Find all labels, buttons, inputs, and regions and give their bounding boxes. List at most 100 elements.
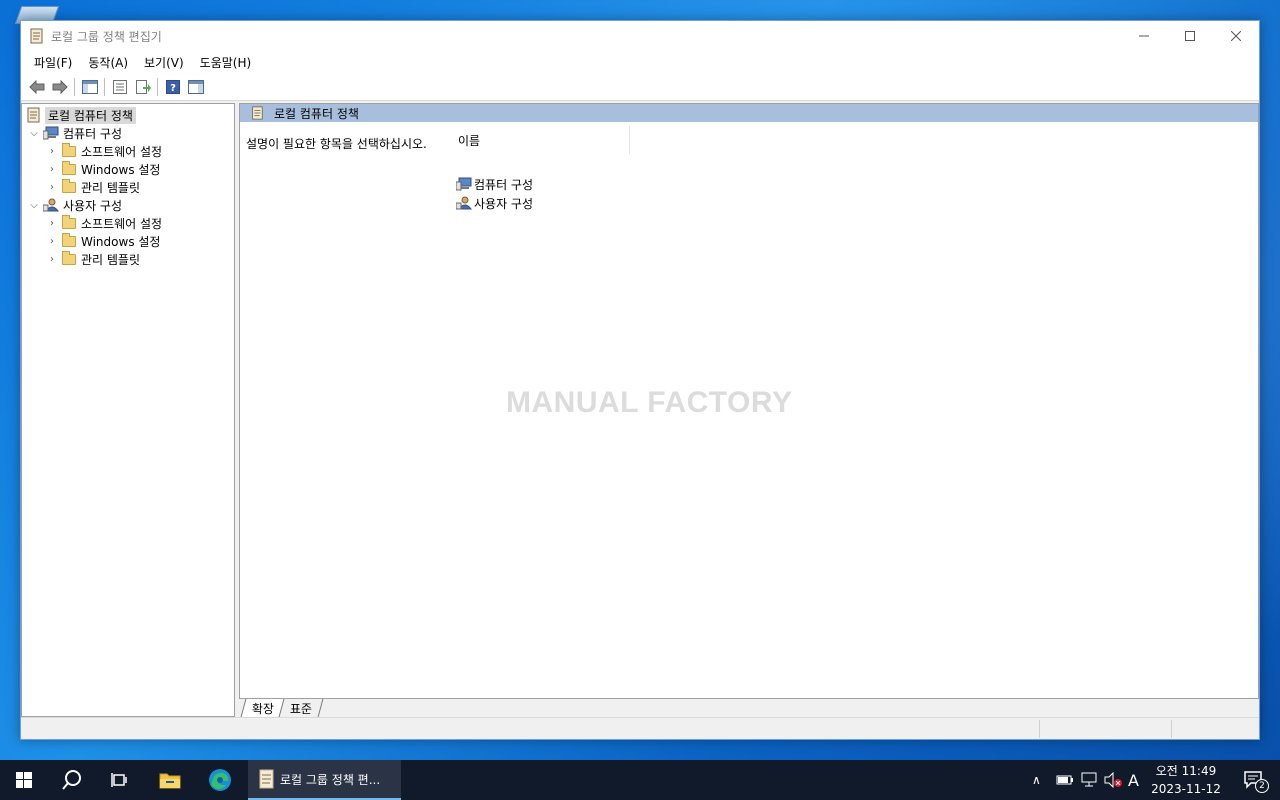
chevron-right-icon[interactable]: › xyxy=(44,250,60,268)
clock-time: 오전 11:49 xyxy=(1155,764,1217,778)
edge-button[interactable] xyxy=(196,760,244,800)
list-item-user-config[interactable]: 사용자 구성 xyxy=(456,194,533,212)
chevron-right-icon[interactable]: › xyxy=(44,232,60,250)
view-pane-button[interactable] xyxy=(184,76,207,98)
folder-icon xyxy=(60,250,78,267)
network-tray-button[interactable] xyxy=(1080,760,1098,800)
tree-item-computer-windows-settings[interactable]: › Windows 설정 xyxy=(44,160,160,178)
chevron-right-icon[interactable]: › xyxy=(44,178,60,196)
notification-count-badge: 2 xyxy=(1255,779,1269,793)
tree-item-label: 관리 템플릿 xyxy=(81,180,141,195)
tree-item-computer-software-settings[interactable]: › 소프트웨어 설정 xyxy=(44,142,162,160)
maximize-icon xyxy=(1185,31,1195,41)
help-icon: ? xyxy=(165,79,180,94)
folder-icon xyxy=(60,142,78,159)
tab-label: 확장 xyxy=(252,701,275,716)
details-pane: 로컬 컴퓨터 정책 설명이 필요한 항목을 선택하십시오. 이름 컴퓨터 구성 … xyxy=(239,103,1259,699)
close-icon xyxy=(1231,31,1241,41)
notification-center-button[interactable]: 2 xyxy=(1234,760,1274,800)
ime-indicator[interactable]: A xyxy=(1128,760,1139,800)
chevron-down-icon[interactable]: ⌵ xyxy=(26,196,42,214)
windows-logo-icon xyxy=(16,772,32,788)
folder-icon xyxy=(159,773,181,789)
column-header-name[interactable]: 이름 xyxy=(450,126,630,154)
user-icon xyxy=(42,197,60,213)
tree-item-user-software-settings[interactable]: › 소프트웨어 설정 xyxy=(44,214,162,232)
tree-item-computer-config[interactable]: ⌵ 컴퓨터 구성 xyxy=(26,124,122,142)
menu-help[interactable]: 도움말(H) xyxy=(192,54,260,71)
console-tree-icon xyxy=(81,79,98,94)
task-view-button[interactable] xyxy=(96,760,144,800)
chevron-right-icon[interactable]: › xyxy=(44,214,60,232)
toolbar-separator xyxy=(157,77,158,96)
file-explorer-button[interactable] xyxy=(146,760,194,800)
close-button[interactable] xyxy=(1213,21,1259,51)
chevron-down-icon[interactable]: ⌵ xyxy=(26,124,42,142)
policy-document-icon xyxy=(252,106,263,120)
help-button[interactable]: ? xyxy=(161,76,184,98)
menu-action[interactable]: 동작(A) xyxy=(80,54,136,71)
status-segment xyxy=(1039,720,1040,738)
maximize-button[interactable] xyxy=(1167,21,1213,51)
toolbar: ? xyxy=(21,73,1259,101)
title-bar[interactable]: 로컬 그룹 정책 편집기 xyxy=(21,21,1259,51)
folder-icon xyxy=(60,214,78,231)
details-header: 로컬 컴퓨터 정책 xyxy=(240,104,1258,122)
view-tabs: 확장 표준 xyxy=(239,699,1259,717)
tree-item-user-admin-templates[interactable]: › 관리 템플릿 xyxy=(44,250,140,268)
properties-icon xyxy=(112,79,127,94)
policy-document-icon xyxy=(24,107,42,123)
tab-label: 표준 xyxy=(290,701,313,716)
taskbar: 로컬 그룹 정책 편... ∧ A 오전 11:49 2023-11-12 2 xyxy=(0,760,1280,800)
show-hidden-icons-button[interactable]: ∧ xyxy=(1032,760,1041,800)
battery-tray-button[interactable] xyxy=(1056,760,1074,800)
taskbar-app-label: 로컬 그룹 정책 편... xyxy=(280,772,381,787)
minimize-button[interactable] xyxy=(1121,21,1167,51)
minimize-icon xyxy=(1139,35,1149,37)
list-item-label: 사용자 구성 xyxy=(474,196,534,211)
folder-icon xyxy=(60,178,78,195)
tree-item-user-config[interactable]: ⌵ 사용자 구성 xyxy=(26,196,122,214)
window-title: 로컬 그룹 정책 편집기 xyxy=(51,30,162,44)
properties-button[interactable] xyxy=(108,76,131,98)
volume-tray-button[interactable] xyxy=(1104,760,1124,800)
export-list-button[interactable] xyxy=(131,76,154,98)
arrow-right-icon xyxy=(52,79,68,94)
watermark: MANUAL FACTORY xyxy=(506,386,793,419)
tree-item-label: Windows 설정 xyxy=(81,234,161,249)
forward-button[interactable] xyxy=(48,76,71,98)
tree-item-label: 컴퓨터 구성 xyxy=(63,126,123,141)
taskbar-app-gpedit[interactable]: 로컬 그룹 정책 편... xyxy=(248,760,401,800)
search-button[interactable] xyxy=(48,760,96,800)
task-view-icon xyxy=(111,773,127,787)
description-text: 설명이 필요한 항목을 선택하십시오. xyxy=(246,137,427,151)
menu-view[interactable]: 보기(V) xyxy=(136,54,192,71)
folder-icon xyxy=(60,160,78,177)
menu-bar: 파일(F) 동작(A) 보기(V) 도움말(H) xyxy=(21,51,1259,73)
user-icon xyxy=(456,195,472,211)
chevron-right-icon[interactable]: › xyxy=(44,142,60,160)
chevron-right-icon[interactable]: › xyxy=(44,160,60,178)
volume-muted-icon xyxy=(1104,772,1122,788)
ime-label: A xyxy=(1128,770,1139,790)
battery-icon xyxy=(1056,775,1073,785)
tree-item-label: 사용자 구성 xyxy=(63,198,123,213)
clock-date: 2023-11-12 xyxy=(1151,782,1221,796)
menu-file[interactable]: 파일(F) xyxy=(26,54,80,71)
toolbar-separator xyxy=(104,77,105,96)
computer-icon xyxy=(456,176,472,192)
chevron-up-icon: ∧ xyxy=(1032,773,1041,787)
system-clock[interactable]: 오전 11:49 2023-11-12 xyxy=(1148,762,1224,798)
tab-standard[interactable]: 표준 xyxy=(278,699,324,717)
tree-item-local-computer-policy[interactable]: 로컬 컴퓨터 정책 xyxy=(24,106,136,124)
list-item-label: 컴퓨터 구성 xyxy=(474,177,534,192)
back-button[interactable] xyxy=(25,76,48,98)
gpedit-window: 로컬 그룹 정책 편집기 파일(F) 동작(A) 보기(V) 도움말(H) ? … xyxy=(20,20,1260,740)
start-button[interactable] xyxy=(0,760,48,800)
show-hide-tree-button[interactable] xyxy=(78,76,101,98)
tree-item-computer-admin-templates[interactable]: › 관리 템플릿 xyxy=(44,178,140,196)
status-bar xyxy=(21,717,1259,739)
tree-item-label: 로컬 컴퓨터 정책 xyxy=(45,106,136,124)
list-item-computer-config[interactable]: 컴퓨터 구성 xyxy=(456,175,533,193)
tree-item-user-windows-settings[interactable]: › Windows 설정 xyxy=(44,232,160,250)
